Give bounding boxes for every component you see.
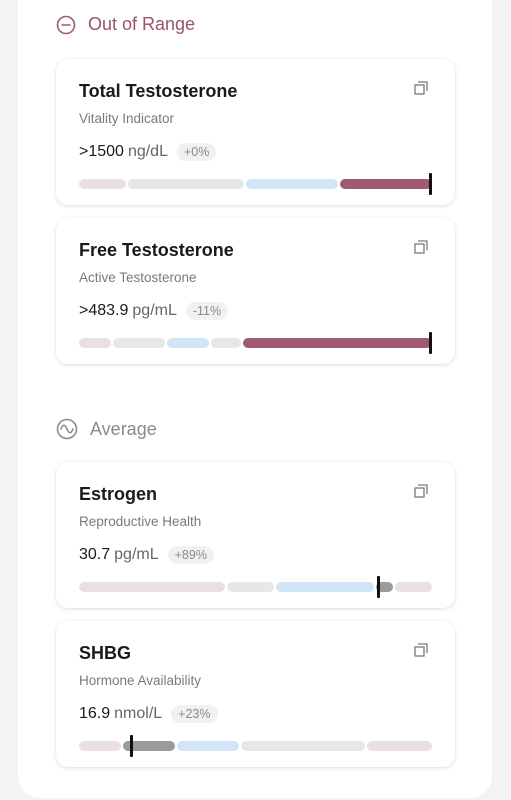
change-badge: +89% [167,546,214,564]
range-bar [79,735,432,757]
range-segment [276,582,374,592]
card-subtitle: Reproductive Health [79,514,202,529]
range-segment [211,338,241,348]
expand-icon[interactable] [414,643,428,657]
range-segment [167,338,209,348]
biomarker-card-total-testosterone[interactable]: Total Testosterone Vitality Indicator >1… [56,59,455,205]
range-segment [246,179,338,189]
value-marker [130,735,133,757]
change-badge: -11% [185,302,229,320]
value: 30.7 [79,546,111,563]
range-segment [79,582,225,592]
unit: pg/mL [132,302,177,319]
range-segment [241,741,365,751]
value-marker [429,332,432,354]
range-segment-active [340,179,432,189]
range-segment-active [243,338,432,348]
biomarker-card-shbg[interactable]: SHBG Hormone Availability 16.9 nmol/L +2… [56,621,455,767]
section-out-of-range: Out of Range [56,14,195,35]
value: >1500 [79,143,124,160]
unit: nmol/L [114,705,163,722]
range-segment [79,338,111,348]
minus-circle-icon [56,15,76,34]
card-title: Estrogen [79,484,158,504]
value-row: 16.9 nmol/L +23% [79,705,218,723]
range-bar [79,332,432,354]
card-title: SHBG [79,643,132,663]
value-row: >1500 ng/dL +0% [79,143,217,161]
unit: ng/dL [127,143,168,160]
range-segment [395,582,432,592]
range-bar [79,576,432,598]
value-marker [377,576,380,598]
range-bar [79,173,432,195]
range-segment [79,179,126,189]
expand-icon[interactable] [414,484,428,498]
card-subtitle: Hormone Availability [79,673,202,688]
card-title: Total Testosterone [79,81,238,101]
section-label: Out of Range [88,14,196,34]
range-segment [113,338,165,348]
change-badge: +0% [176,143,217,161]
wave-circle-icon [56,418,78,440]
range-segment [79,741,121,751]
range-segment [128,179,244,189]
range-segment [227,582,274,592]
section-average: Average [56,418,157,440]
range-segment [367,741,432,751]
value-marker [429,173,432,195]
unit: pg/mL [114,546,159,563]
biomarker-card-free-testosterone[interactable]: Free Testosterone Active Testosterone >4… [56,218,455,364]
value: 16.9 [79,705,111,722]
card-subtitle: Vitality Indicator [79,111,175,126]
range-segment [177,741,239,751]
value: >483.9 [79,302,129,319]
value-row: >483.9 pg/mL -11% [79,302,229,320]
card-title: Free Testosterone [79,240,234,260]
card-subtitle: Active Testosterone [79,270,197,285]
section-label: Average [90,418,157,439]
value-row: 30.7 pg/mL +89% [79,546,214,564]
expand-icon[interactable] [414,240,428,254]
biomarker-card-estrogen[interactable]: Estrogen Reproductive Health 30.7 pg/mL … [56,462,455,608]
expand-icon[interactable] [414,81,428,95]
change-badge: +23% [171,705,218,723]
